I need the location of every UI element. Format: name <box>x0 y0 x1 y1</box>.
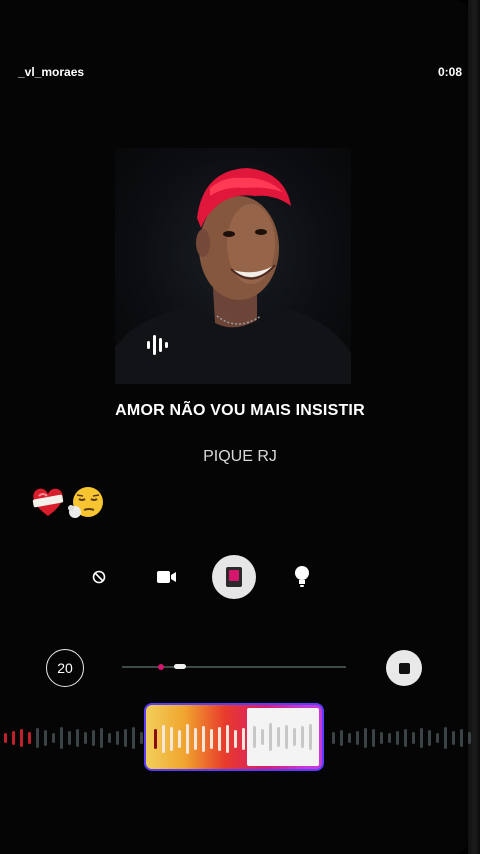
waveform-bar <box>420 728 423 748</box>
waveform-bar <box>348 733 351 743</box>
selector-bar <box>170 727 173 751</box>
heart-bandage-emoji-icon[interactable] <box>30 484 66 525</box>
waveform-bar <box>36 728 39 748</box>
window-bar <box>293 728 296 746</box>
waveform-bar <box>132 727 135 749</box>
song-title: AMOR NÃO VOU MAIS INSISTIR <box>115 402 365 419</box>
window-bar <box>269 723 272 751</box>
waveform-bar <box>388 733 391 743</box>
rewind-button[interactable]: 20 <box>46 649 84 687</box>
window-bar <box>285 725 288 749</box>
waveform-bar <box>92 730 95 746</box>
waveform-bar <box>452 731 455 745</box>
video-camera-icon <box>157 571 176 583</box>
window-bar <box>301 726 304 748</box>
phone-card-icon <box>226 567 242 587</box>
waveform-bar <box>332 732 335 744</box>
waveform-bar <box>380 732 383 744</box>
recording-timer: 0:08 <box>437 65 462 79</box>
clip-selector[interactable] <box>144 703 324 771</box>
selector-bar <box>242 728 245 750</box>
waveform-bar <box>140 732 143 744</box>
waveform-bar <box>428 730 431 746</box>
waveform-bar <box>460 729 463 747</box>
mode-video[interactable] <box>153 564 181 590</box>
waveform-bar <box>444 727 447 749</box>
waveform-bar <box>76 729 79 747</box>
sound-wave-icon <box>146 333 170 362</box>
waveform-bar <box>44 730 47 746</box>
window-bar <box>253 726 256 748</box>
selector-bar <box>218 727 221 751</box>
mode-lightbulb[interactable] <box>288 563 316 591</box>
waveform-bar <box>436 733 439 743</box>
mode-card-active[interactable] <box>212 555 256 599</box>
selector-bar <box>194 728 197 750</box>
waveform-bar <box>100 728 103 748</box>
selector-bar <box>162 725 165 753</box>
waveform-bar <box>404 729 407 747</box>
selector-bar <box>178 730 181 748</box>
no-sign-icon <box>92 570 106 584</box>
stop-button[interactable] <box>386 650 422 686</box>
selector-bar <box>226 725 229 753</box>
selector-bar <box>154 729 157 749</box>
waveform-bar <box>108 733 111 743</box>
waveform-bar <box>412 732 415 744</box>
smoking-face-emoji-icon[interactable] <box>68 484 104 525</box>
window-bar <box>309 724 312 750</box>
mode-none[interactable] <box>86 564 112 590</box>
selector-bar <box>210 729 213 749</box>
waveform-bar <box>28 732 31 744</box>
waveform-bar <box>12 731 15 745</box>
progress-track[interactable] <box>122 666 346 668</box>
selector-bar <box>234 730 237 748</box>
waveform-bar <box>60 727 63 749</box>
waveform-bar <box>20 729 23 747</box>
waveform-bar <box>364 728 367 748</box>
waveform-bar <box>124 729 127 747</box>
waveform-bar <box>116 731 119 745</box>
sticker-row <box>30 484 104 525</box>
progress-handle[interactable] <box>174 664 186 669</box>
waveform-bar <box>68 731 71 745</box>
selector-bar <box>186 724 189 754</box>
waveform-bar <box>372 729 375 747</box>
waveform-bar <box>4 733 7 743</box>
waveform-bar <box>340 730 343 746</box>
selector-bar <box>202 726 205 752</box>
lightbulb-icon <box>295 566 309 587</box>
stop-icon <box>398 662 410 674</box>
waveform-bar <box>396 731 399 745</box>
waveform-bar <box>84 732 87 744</box>
waveform-bar <box>52 733 55 743</box>
song-artist: PIQUE RJ <box>203 448 277 465</box>
rewind-seconds-label: 20 <box>57 660 73 676</box>
window-bar <box>277 727 280 747</box>
window-bar <box>261 729 264 745</box>
waveform-bar <box>468 732 471 744</box>
waveform-bar <box>356 731 359 745</box>
progress-start-dot <box>158 664 164 670</box>
account-username[interactable]: _vl_moraes <box>18 65 84 79</box>
clip-selector-window <box>247 708 319 766</box>
